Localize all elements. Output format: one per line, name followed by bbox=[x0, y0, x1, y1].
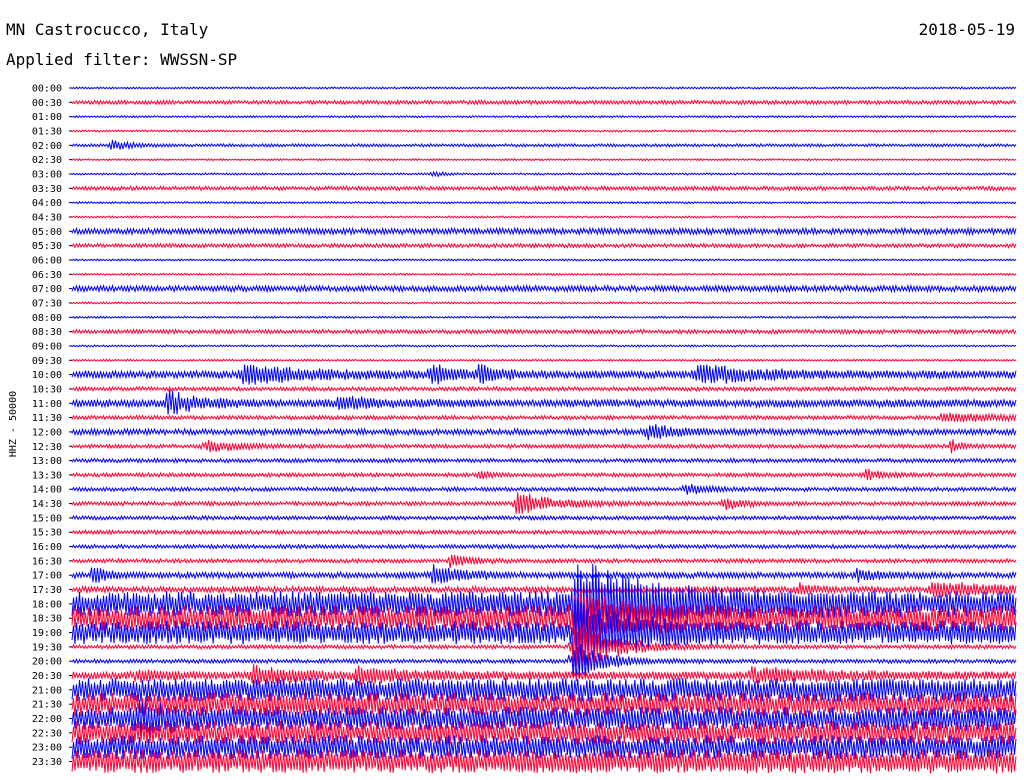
trace-line-1200 bbox=[71, 424, 1017, 441]
time-label: 10:00 bbox=[32, 370, 62, 381]
time-label: 16:00 bbox=[32, 542, 62, 553]
time-label: 22:00 bbox=[32, 714, 62, 725]
trace-line-0800 bbox=[71, 315, 1017, 320]
time-label: 00:00 bbox=[32, 84, 62, 95]
time-label: 17:00 bbox=[32, 571, 62, 582]
time-label: 18:30 bbox=[32, 614, 62, 625]
trace-line-0630 bbox=[71, 272, 1017, 277]
time-label: 11:30 bbox=[32, 413, 62, 424]
time-label: 07:00 bbox=[32, 284, 62, 295]
trace-line-0600 bbox=[71, 258, 1017, 262]
time-label: 20:00 bbox=[32, 657, 62, 668]
time-label: 02:00 bbox=[32, 141, 62, 152]
time-label: 02:30 bbox=[32, 155, 62, 166]
trace-line-0730 bbox=[71, 301, 1017, 305]
helicorder-plot: 00:00 00:30 01:00 01:30 02:00 02:30 03:00 03:30… bbox=[8, 84, 1017, 774]
time-label: 16:30 bbox=[32, 556, 62, 567]
trace-line-0900 bbox=[71, 344, 1017, 348]
trace-line-0230 bbox=[71, 157, 1017, 162]
time-label: 05:00 bbox=[32, 227, 62, 238]
time-label: 14:00 bbox=[32, 485, 62, 496]
time-label: 13:30 bbox=[32, 470, 62, 481]
time-label: 00:30 bbox=[32, 98, 62, 109]
trace-line-0400 bbox=[71, 200, 1017, 205]
trace-line-0700 bbox=[71, 283, 1017, 294]
trace-line-1100 bbox=[71, 389, 1017, 415]
time-label: 14:30 bbox=[32, 499, 62, 510]
time-label: 17:30 bbox=[32, 585, 62, 596]
trace-line-0000 bbox=[71, 86, 1017, 90]
trace-line-1130 bbox=[71, 412, 1017, 423]
trace-line-1330 bbox=[71, 468, 1017, 480]
time-label: 03:30 bbox=[32, 184, 62, 195]
trace-line-0100 bbox=[71, 114, 1017, 119]
time-label: 10:30 bbox=[32, 384, 62, 395]
trace-line-1630 bbox=[71, 554, 1017, 569]
trace-line-1030 bbox=[71, 385, 1017, 393]
time-label: 12:30 bbox=[32, 442, 62, 453]
trace-line-0130 bbox=[71, 129, 1017, 133]
time-label: 08:30 bbox=[32, 327, 62, 338]
trace-line-0500 bbox=[71, 226, 1017, 237]
time-label: 23:30 bbox=[32, 757, 62, 768]
time-label: 20:30 bbox=[32, 671, 62, 682]
trace-line-0030 bbox=[71, 99, 1017, 106]
time-labels-group: 00:00 00:30 01:00 01:30 02:00 02:30 03:00 03:30… bbox=[32, 84, 72, 768]
time-label: 09:00 bbox=[32, 341, 62, 352]
trace-line-0430 bbox=[71, 215, 1017, 219]
time-label: 11:00 bbox=[32, 399, 62, 410]
time-label: 13:00 bbox=[32, 456, 62, 467]
time-label: 03:00 bbox=[32, 169, 62, 180]
trace-line-0200 bbox=[71, 139, 1017, 151]
trace-line-1000 bbox=[71, 363, 1017, 385]
time-label: 12:00 bbox=[32, 427, 62, 438]
traces-group bbox=[71, 86, 1017, 774]
trace-line-1700 bbox=[71, 564, 1017, 584]
time-label: 09:30 bbox=[32, 356, 62, 367]
trace-line-0300 bbox=[71, 170, 1017, 178]
time-label: 19:00 bbox=[32, 628, 62, 639]
trace-line-1530 bbox=[71, 528, 1017, 536]
time-label: 06:30 bbox=[32, 270, 62, 281]
trace-line-1400 bbox=[71, 483, 1017, 495]
time-label: 15:00 bbox=[32, 513, 62, 524]
time-label: 07:30 bbox=[32, 298, 62, 309]
trace-line-0530 bbox=[71, 242, 1017, 249]
time-label: 21:00 bbox=[32, 685, 62, 696]
time-label: 19:30 bbox=[32, 642, 62, 653]
trace-line-0830 bbox=[71, 328, 1017, 335]
trace-line-0330 bbox=[71, 184, 1017, 192]
time-label: 06:00 bbox=[32, 255, 62, 266]
time-label: 23:00 bbox=[32, 743, 62, 754]
trace-line-1600 bbox=[71, 543, 1017, 550]
trace-line-1500 bbox=[71, 514, 1017, 522]
y-axis-label: HHZ - 50000 bbox=[8, 391, 19, 457]
time-label: 04:00 bbox=[32, 198, 62, 209]
time-label: 01:00 bbox=[32, 112, 62, 123]
time-label: 18:00 bbox=[32, 599, 62, 610]
trace-line-1230 bbox=[71, 439, 1017, 454]
trace-line-0930 bbox=[71, 358, 1017, 363]
time-label: 08:00 bbox=[32, 313, 62, 324]
trace-line-1300 bbox=[71, 457, 1017, 464]
time-label: 04:30 bbox=[32, 212, 62, 223]
time-label: 01:30 bbox=[32, 126, 62, 137]
trace-line-1430 bbox=[71, 492, 1017, 514]
time-label: 15:30 bbox=[32, 528, 62, 539]
time-label: 05:30 bbox=[32, 241, 62, 252]
time-label: 22:30 bbox=[32, 728, 62, 739]
time-label: 21:30 bbox=[32, 700, 62, 711]
